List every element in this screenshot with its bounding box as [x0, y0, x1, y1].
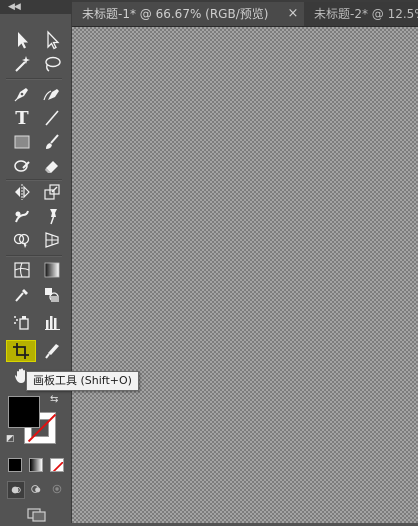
none-slash-icon [52, 461, 63, 471]
draw-behind-button[interactable] [28, 481, 44, 497]
document-tab-2[interactable]: 未标题-2* @ 12.5% [304, 2, 418, 26]
warp-icon [15, 210, 29, 223]
paintbrush-tool[interactable] [38, 130, 66, 154]
type-tool[interactable]: T [8, 106, 36, 130]
tools-panel: ◀◀ T ⇆ ◩ [0, 0, 72, 523]
blend-icon [45, 288, 59, 302]
document-tab-2-label: 未标题-2* @ 12.5% [314, 7, 418, 21]
pen-icon [14, 88, 28, 102]
tool-tooltip: 画板工具 (Shift+O) [26, 371, 139, 391]
column-graph-tool[interactable] [38, 310, 66, 334]
lasso-tool[interactable] [38, 52, 66, 76]
rectangle-tool[interactable] [8, 130, 36, 154]
gradient-icon [44, 262, 60, 278]
puppet-warp-tool[interactable] [38, 204, 66, 228]
column-graph-icon [45, 316, 60, 330]
line-icon [45, 110, 59, 126]
magic-wand-tool[interactable] [8, 52, 36, 76]
magic-wand-icon [15, 56, 30, 72]
blend-tool[interactable] [38, 283, 66, 307]
type-icon: T [15, 107, 29, 129]
selection-tool[interactable] [8, 28, 36, 52]
toolbox-separator [6, 255, 62, 257]
eyedropper-tool[interactable] [8, 283, 36, 307]
shape-builder-icon [13, 233, 30, 248]
artboard-tool[interactable] [6, 340, 36, 362]
none-mode-button[interactable] [50, 458, 64, 472]
scale-tool[interactable] [38, 180, 66, 204]
draw-normal-icon [11, 486, 21, 494]
mesh-tool[interactable] [8, 258, 36, 282]
direct-selection-tool[interactable] [38, 28, 66, 52]
scale-icon [44, 184, 60, 200]
symbol-sprayer-icon [14, 316, 29, 330]
brush-icon [46, 134, 59, 149]
mesh-icon [14, 262, 30, 278]
eraser-tool[interactable] [38, 154, 66, 178]
shaper-icon [14, 160, 30, 172]
artboard-icon [13, 343, 29, 359]
rectangle-icon [14, 135, 30, 149]
curvature-pen-icon [43, 89, 59, 101]
swap-fill-stroke-icon[interactable]: ⇆ [50, 394, 58, 405]
eraser-icon [45, 161, 58, 173]
curvature-tool[interactable] [38, 82, 66, 106]
shaper-tool[interactable] [8, 154, 36, 178]
screen-mode-icon [27, 508, 46, 522]
document-tab-bar: 未标题-1* @ 66.67% (RGB/预览) × 未标题-2* @ 12.5… [72, 0, 418, 27]
hollow-arrow-icon [47, 30, 60, 50]
draw-inside-icon [52, 484, 62, 494]
close-icon[interactable]: × [286, 2, 300, 26]
gradient-tool[interactable] [38, 258, 66, 282]
perspective-grid-icon [45, 232, 59, 248]
toolbox-separator [6, 78, 62, 80]
reflect-icon [15, 184, 30, 200]
eyedropper-icon [15, 289, 28, 302]
warp-tool[interactable] [8, 204, 36, 228]
draw-behind-icon [31, 485, 41, 493]
lasso-icon [45, 56, 61, 72]
artboard-canvas[interactable] [72, 27, 418, 523]
slice-knife-icon [45, 344, 59, 359]
symbol-sprayer-tool[interactable] [8, 310, 36, 334]
perspective-grid-tool[interactable] [38, 228, 66, 252]
arrow-icon [18, 32, 28, 49]
document-tab-1[interactable]: 未标题-1* @ 66.67% (RGB/预览) × [72, 2, 304, 26]
color-mode-button[interactable] [8, 458, 22, 472]
change-screen-mode-button[interactable] [26, 506, 48, 522]
slice-tool[interactable] [38, 339, 66, 363]
line-segment-tool[interactable] [38, 106, 66, 130]
collapse-panel-button[interactable]: ◀◀ [0, 0, 72, 14]
draw-inside-button[interactable] [49, 481, 65, 497]
fill-color-swatch[interactable] [8, 396, 40, 428]
pin-icon [50, 209, 57, 225]
rotate-tool[interactable] [8, 180, 36, 204]
shape-builder-tool[interactable] [8, 228, 36, 252]
pen-tool[interactable] [8, 82, 36, 106]
gradient-mode-button[interactable] [29, 458, 43, 472]
draw-normal-button[interactable] [7, 481, 25, 499]
double-chevron-left-icon: ◀◀ [8, 2, 21, 12]
document-tab-1-label: 未标题-1* @ 66.67% (RGB/预览) [82, 7, 269, 21]
default-fill-stroke-icon[interactable]: ◩ [6, 434, 15, 444]
